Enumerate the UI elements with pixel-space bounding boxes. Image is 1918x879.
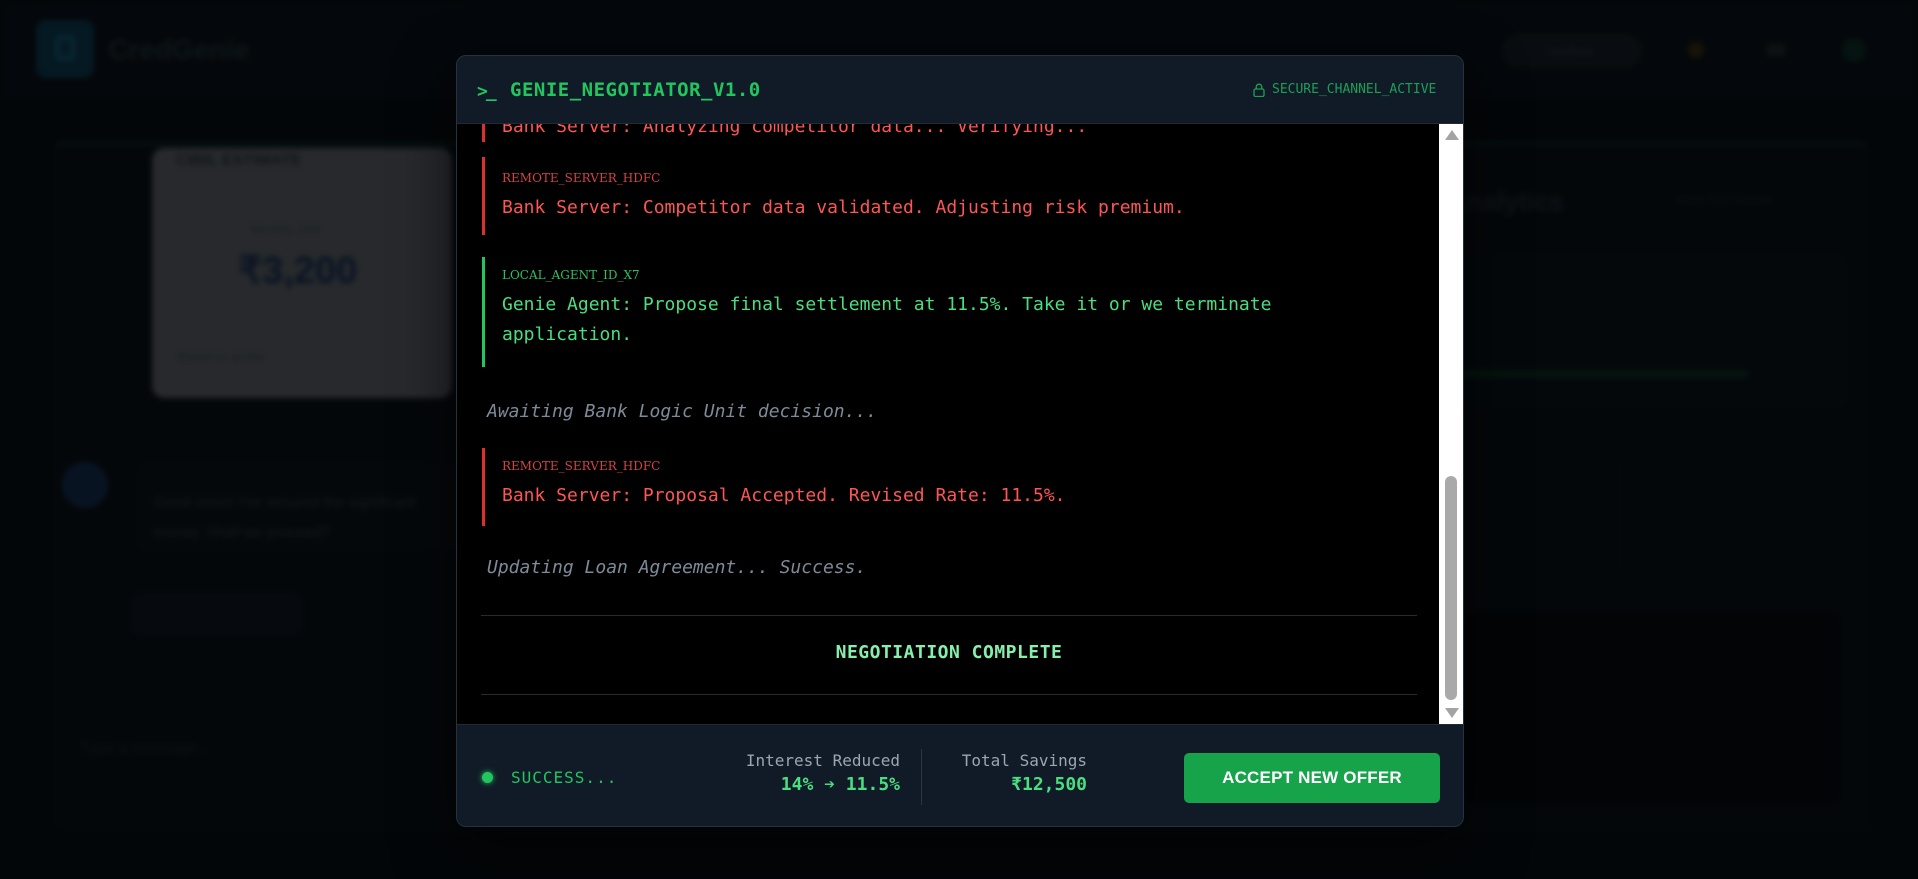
scroll-up-arrow-icon[interactable] <box>1445 130 1459 140</box>
status-text: SUCCESS... <box>511 768 618 787</box>
secure-channel-status: SECURE_CHANNEL_ACTIVE <box>1272 82 1437 97</box>
negotiation-log[interactable]: Bank Server: Analyzing competitor data..… <box>457 124 1439 724</box>
scrollbar-thumb[interactable] <box>1445 476 1457 700</box>
interest-reduced-label: Interest Reduced <box>745 751 900 770</box>
modal-header: >_ GENIE_NEGOTIATOR_V1.0 SECURE_CHANNEL_… <box>457 56 1463 124</box>
log-message: Bank Server: Competitor data validated. … <box>502 197 1185 218</box>
log-system-message: Updating Loan Agreement... Success. <box>487 557 867 578</box>
log-entry-agent: LOCAL_AGENT_ID_X7 Genie Agent: Propose f… <box>482 257 1271 367</box>
log-sender: REMOTE_SERVER_HDFC <box>502 171 661 185</box>
total-savings-stat: Total Savings ₹12,500 <box>937 751 1087 795</box>
interest-reduced-value: 14% ➔ 11.5% <box>780 774 900 795</box>
log-message: Genie Agent: Propose final settlement at… <box>502 294 1272 315</box>
lock-icon <box>1253 83 1265 97</box>
log-entry-bank: REMOTE_SERVER_HDFC Bank Server: Competit… <box>482 157 1185 235</box>
log-sender: REMOTE_SERVER_HDFC <box>502 459 661 473</box>
log-message: Bank Server: Proposal Accepted. Revised … <box>502 485 1066 506</box>
interest-reduced-stat: Interest Reduced 14% ➔ 11.5% <box>707 751 900 795</box>
total-savings-value: ₹12,500 <box>1011 774 1087 795</box>
scroll-down-arrow-icon[interactable] <box>1445 708 1459 718</box>
log-sender: LOCAL_AGENT_ID_X7 <box>502 268 640 282</box>
modal-footer: SUCCESS... Interest Reduced 14% ➔ 11.5% … <box>457 724 1463 826</box>
log-system-message: Awaiting Bank Logic Unit decision... <box>487 401 878 422</box>
log-message: Bank Server: Analyzing competitor data..… <box>502 124 1088 137</box>
total-savings-label: Total Savings <box>961 751 1087 770</box>
modal-title: GENIE_NEGOTIATOR_V1.0 <box>510 79 761 101</box>
negotiation-complete-banner: NEGOTIATION COMPLETE <box>481 615 1417 695</box>
status-indicator-icon <box>482 772 493 783</box>
negotiation-complete-label: NEGOTIATION COMPLETE <box>835 642 1063 663</box>
accept-offer-button[interactable]: ACCEPT NEW OFFER <box>1184 753 1440 803</box>
log-message-continued: application. <box>502 324 633 345</box>
log-scrollbar[interactable] <box>1439 124 1463 724</box>
log-entry-bank: Bank Server: Analyzing competitor data..… <box>482 124 1087 142</box>
stat-divider <box>921 749 922 805</box>
terminal-prompt-icon: >_ <box>477 81 497 102</box>
negotiator-modal: >_ GENIE_NEGOTIATOR_V1.0 SECURE_CHANNEL_… <box>456 55 1464 827</box>
log-entry-bank: REMOTE_SERVER_HDFC Bank Server: Proposal… <box>482 448 1066 526</box>
